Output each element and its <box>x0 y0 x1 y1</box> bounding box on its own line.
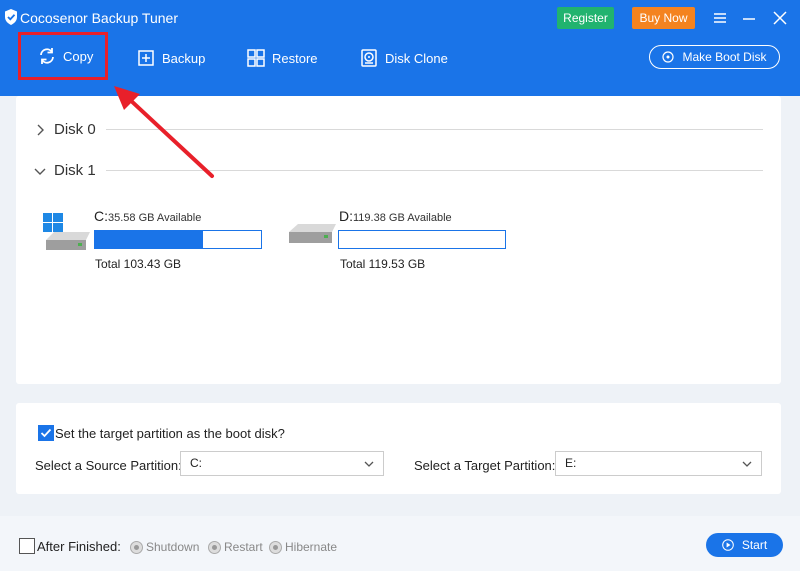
make-boot-disk-button[interactable]: Make Boot Disk <box>649 45 780 69</box>
windows-drive-icon <box>43 213 90 250</box>
app-title: Cocosenor Backup Tuner <box>20 10 178 26</box>
chevron-down-icon <box>34 168 46 175</box>
play-icon <box>722 539 734 551</box>
disk-clone-label: Disk Clone <box>385 50 448 66</box>
make-boot-disk-label: Make Boot Disk <box>682 50 767 64</box>
partition-d-available: 119.38 GB Available <box>353 212 452 224</box>
chevron-down-icon <box>742 461 752 467</box>
target-partition-value: E: <box>565 456 577 470</box>
start-button[interactable]: Start <box>706 533 783 557</box>
hibernate-radio[interactable]: Hibernate <box>269 540 337 554</box>
radio-dot-icon <box>208 540 221 554</box>
partition-d-usage-bar <box>338 230 506 249</box>
checkmark-icon <box>40 428 52 438</box>
source-partition-value: C: <box>190 456 202 470</box>
partition-d-letter: D: <box>339 208 353 224</box>
radio-dot-icon <box>269 540 282 554</box>
restart-radio[interactable]: Restart <box>208 540 263 554</box>
disk-0-divider <box>106 129 763 130</box>
disk-clone-icon <box>361 49 377 67</box>
after-finished-checkbox[interactable] <box>19 538 35 554</box>
after-finished-label: After Finished: <box>37 539 121 554</box>
chevron-down-icon <box>364 461 374 467</box>
boot-disk-checkbox-label: Set the target partition as the boot dis… <box>55 426 285 441</box>
shutdown-radio[interactable]: Shutdown <box>130 540 199 554</box>
restore-tool-button[interactable]: Restore <box>246 36 318 80</box>
chevron-right-icon <box>37 124 44 135</box>
partition-c-usage-bar <box>94 230 262 249</box>
partition-c-usage-fill <box>95 231 203 248</box>
copy-tool-button[interactable]: Copy <box>18 32 108 80</box>
disk-1-divider <box>106 170 763 171</box>
disk-0-label: Disk 0 <box>54 121 96 138</box>
close-icon[interactable] <box>771 9 789 27</box>
target-partition-select[interactable]: E: <box>555 451 762 476</box>
source-partition-select[interactable]: C: <box>180 451 384 476</box>
app-logo-icon <box>5 9 17 25</box>
minimize-icon[interactable] <box>740 9 758 27</box>
disk-panel: Disk 0 Disk 1 C:35.58 GB Available Total… <box>16 96 781 384</box>
source-partition-label: Select a Source Partition: <box>35 458 182 473</box>
disk-clone-tool-button[interactable]: Disk Clone <box>359 36 448 80</box>
drive-icon <box>289 224 336 243</box>
partition-d-heading: D:119.38 GB Available <box>339 208 452 224</box>
disc-icon <box>662 51 675 63</box>
boot-disk-checkbox[interactable] <box>38 425 54 441</box>
partition-c-total: Total 103.43 GB <box>95 257 182 271</box>
options-panel: Set the target partition as the boot dis… <box>16 403 781 494</box>
copy-sync-icon <box>40 48 54 64</box>
buy-now-button[interactable]: Buy Now <box>632 7 695 29</box>
backup-tool-button[interactable]: Backup <box>136 36 205 80</box>
start-label: Start <box>741 538 768 552</box>
disk-1-label: Disk 1 <box>54 162 96 179</box>
partition-c-heading: C:35.58 GB Available <box>94 208 201 224</box>
backup-icon <box>138 50 154 66</box>
register-button[interactable]: Register <box>557 7 614 29</box>
restore-label: Restore <box>272 50 318 66</box>
restore-icon <box>247 49 265 67</box>
title-bar: Cocosenor Backup Tuner Register Buy Now <box>0 0 800 36</box>
shutdown-label: Shutdown <box>146 540 200 554</box>
partition-d-total: Total 119.53 GB <box>340 257 426 271</box>
restart-label: Restart <box>224 540 263 554</box>
backup-label: Backup <box>162 50 206 66</box>
disk-1-row[interactable]: Disk 1 <box>34 162 96 179</box>
disk-0-row[interactable]: Disk 0 <box>34 121 96 138</box>
partition-c-letter: C: <box>94 208 108 224</box>
partition-c-available: 35.58 GB Available <box>108 212 202 224</box>
copy-label: Copy <box>63 48 94 64</box>
menu-icon[interactable] <box>711 9 729 27</box>
hibernate-label: Hibernate <box>285 540 338 554</box>
radio-dot-icon <box>130 540 143 554</box>
target-partition-label: Select a Target Partition: <box>414 458 556 473</box>
